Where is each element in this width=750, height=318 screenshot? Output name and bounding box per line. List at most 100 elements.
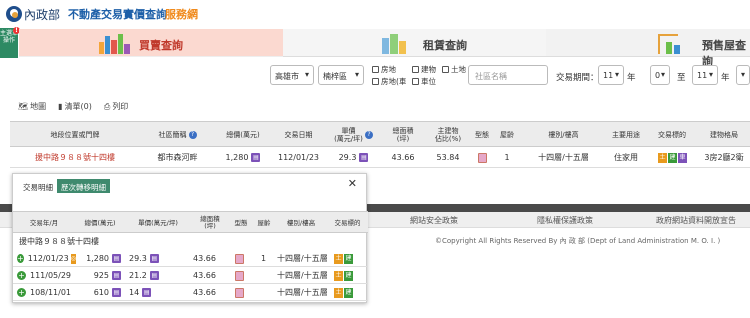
pcol-area: 總面積 (坪) (200, 215, 220, 230)
from-month-select[interactable]: 0 (650, 65, 670, 85)
type-check-land[interactable]: 土地 (442, 64, 466, 75)
unit-price-detail-icon[interactable]: ▤ (142, 288, 152, 297)
col-total-price[interactable]: 總價(萬元) (215, 122, 271, 148)
type-check-parking[interactable]: 車位 (412, 76, 436, 87)
checkbox[interactable] (372, 66, 379, 73)
history-area: 43.66 (193, 254, 216, 263)
land-badge: 土 (334, 287, 343, 298)
expand-icon[interactable]: + (17, 254, 24, 263)
type-check-land-building-parking[interactable]: 房地(車 (372, 76, 406, 87)
tab-transfer-history[interactable]: 歷次轉移明細 (57, 179, 110, 193)
checkbox[interactable] (372, 78, 379, 85)
col-address[interactable]: 地段位置或門牌 (10, 122, 140, 148)
map-button[interactable]: 🗺 地圖 (18, 101, 46, 112)
print-button[interactable]: ⎙ 列印 (104, 101, 128, 112)
price-detail-icon[interactable]: ▤ (112, 288, 121, 297)
unit-price-detail-icon[interactable]: ▤ (149, 271, 159, 280)
history-price: 610 (93, 288, 109, 297)
col-floor[interactable]: 樓別/樓高 (521, 122, 606, 148)
main-menu-toggle[interactable]: 主選單操作 ! (0, 27, 20, 58)
unit-price-detail-icon[interactable]: ▤ (149, 254, 159, 263)
history-price-cell: 1,280 ▤ (75, 250, 125, 267)
type-check-land-building[interactable]: 房地 (372, 64, 396, 75)
building-type-icon[interactable] (235, 270, 244, 281)
table-row[interactable]: +111/05/29 925 ▤ 21.2 ▤ 43.66 十四層/十五層 土建 (13, 267, 368, 284)
col-label: 地段位置或門牌 (50, 131, 100, 139)
tab-presale-query[interactable]: 預售屋查詢 (546, 29, 750, 68)
table-row[interactable]: +108/11/01 610 ▤ 14 ▤ 43.66 十四層/十五層 土建 (13, 284, 368, 301)
type-check-building[interactable]: 建物 (412, 64, 436, 75)
col-area[interactable]: 總面積 (坪) (381, 122, 425, 148)
row-floor: 十四層/十五層 (538, 153, 589, 162)
checkbox[interactable] (412, 66, 419, 73)
col-label: 交易日期 (284, 131, 313, 139)
building-type-icon[interactable] (477, 152, 487, 163)
checkbox-label: 房地 (381, 65, 396, 74)
table-row[interactable]: +112/01/23 ◎ 1,280 ▤ 29.3 ▤ 43.66 1 十四層/十五層… (13, 250, 368, 267)
checkbox[interactable] (412, 78, 419, 85)
pcol-type: 型態 (234, 218, 248, 227)
building-type-icon[interactable] (235, 287, 244, 298)
col-target[interactable]: 交易標的 (646, 122, 698, 148)
building-badge: 建 (344, 270, 353, 281)
close-icon[interactable]: ✕ (348, 177, 357, 190)
logo-calligraphy: 內政部 (24, 8, 61, 22)
district-select[interactable]: 楠梓區 (318, 65, 364, 85)
history-floor: 十四層/十五層 (277, 271, 328, 280)
history-age (261, 267, 275, 284)
unit-price-detail-icon[interactable]: ▤ (359, 153, 369, 162)
footer-link-open-data[interactable]: 政府網站資料開放宣告 (656, 215, 736, 226)
col-community[interactable]: 社區簡稱? (140, 122, 215, 148)
pcol-age: 屋齡 (257, 218, 271, 227)
building-badge: 建 (668, 152, 677, 163)
tab-transaction-detail[interactable]: 交易明細 (19, 179, 57, 193)
checkbox[interactable] (442, 66, 449, 73)
row-unit-price: 29.3 (338, 153, 357, 162)
table-row[interactable]: 援中路９８８號十四樓 都市森河畔 1,280 ▤ 112/01/23 29.3 ▤ … (10, 147, 750, 168)
history-type-cell (235, 284, 253, 301)
price-detail-icon[interactable]: ▤ (112, 271, 121, 280)
footer-link-security[interactable]: 網站安全政策 (410, 215, 458, 226)
col-date[interactable]: 交易日期 (271, 122, 326, 148)
city-select[interactable]: 高雄市 (270, 65, 314, 85)
to-year-select[interactable]: 11 (692, 65, 718, 85)
building-type-icon[interactable] (235, 253, 244, 264)
help-icon[interactable]: ? (364, 131, 373, 139)
help-icon[interactable]: ? (188, 131, 197, 139)
to-month-select[interactable] (736, 65, 750, 85)
history-type-cell (235, 267, 253, 284)
footer-link-privacy[interactable]: 隱私權保護政策 (537, 215, 593, 226)
col-unit-price[interactable]: 單價 (萬元/坪)? (326, 122, 381, 148)
row-address[interactable]: 援中路９８８號十四樓 (10, 147, 140, 168)
history-price: 925 (93, 271, 109, 280)
row-age: 1 (504, 153, 510, 162)
col-label: 樓別/樓高 (548, 131, 579, 139)
expand-icon[interactable]: + (17, 288, 26, 297)
col-label: 型態 (475, 131, 489, 139)
land-badge: 土 (334, 270, 343, 281)
price-detail-icon[interactable]: ▤ (112, 254, 121, 263)
history-date: 112/01/23 (27, 254, 69, 263)
community-name-input[interactable]: 社區名稱 (468, 65, 548, 85)
history-price: 1,280 (86, 254, 109, 263)
history-target-cell: 土建 (333, 284, 368, 301)
row-price-cell: 1,280 ▤ (215, 147, 271, 168)
pcol-target: 交易標的 (334, 218, 361, 227)
checkbox-label: 房地(車 (381, 77, 407, 86)
expand-icon[interactable]: + (17, 271, 26, 280)
tab-rent-query[interactable]: 租賃查詢 (283, 29, 546, 57)
col-age[interactable]: 屋齡 (493, 122, 521, 148)
history-unit-price-cell: 29.3 ▤ (129, 250, 191, 267)
col-type[interactable]: 型態 (471, 122, 493, 148)
site-title[interactable]: 不動產交易實價查詢 (68, 6, 167, 22)
col-label: 主建物 佔比(%) (434, 127, 462, 143)
tab-sale-query[interactable]: 買賣查詢 (19, 29, 283, 57)
col-main-ratio[interactable]: 主建物 佔比(%) (425, 122, 471, 148)
from-year-select[interactable]: 11 (598, 65, 624, 85)
list-button[interactable]: ▮ 清單(0) (58, 101, 92, 112)
history-date-cell: +108/11/01 (17, 284, 75, 301)
col-usage[interactable]: 主要用途 (606, 122, 646, 148)
history-age (261, 284, 275, 301)
price-detail-icon[interactable]: ▤ (251, 153, 261, 162)
col-layout[interactable]: 建物格局 (698, 122, 750, 148)
